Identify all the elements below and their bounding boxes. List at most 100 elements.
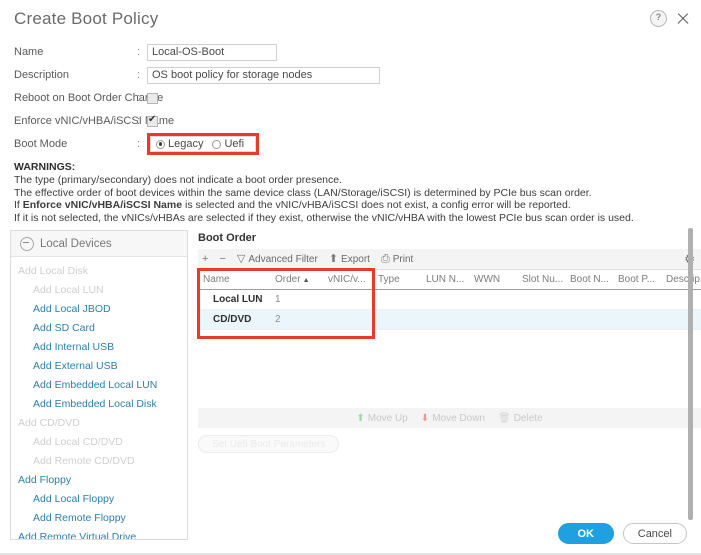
page-title: Create Boot Policy xyxy=(14,8,159,28)
table-row[interactable]: Local LUN 1 xyxy=(198,289,701,311)
radio-legacy-icon xyxy=(156,139,165,149)
reboot-on-boot-order-change-label: Reboot on Boot Order Change xyxy=(14,92,164,104)
cell-boot-path xyxy=(613,289,661,311)
boot-mode-option-uefi[interactable]: Uefi xyxy=(212,138,244,150)
cell-description xyxy=(661,309,701,331)
content-vertical-scrollbar[interactable] xyxy=(688,228,693,521)
delete-label: Delete xyxy=(513,412,543,424)
device-item-add-local-lun: Add Local LUN xyxy=(33,284,104,297)
cell-type xyxy=(373,309,421,331)
set-uefi-boot-parameters-button[interactable]: Set Uefi Boot Parameters xyxy=(198,435,340,454)
plus-icon: + xyxy=(202,252,209,265)
boot-order-row-actions: ⬆ Move Up ⬇ Move Down 🗑 Delete xyxy=(198,408,701,429)
description-label: Description xyxy=(14,69,70,81)
boot-mode-label: Boot Mode xyxy=(14,138,68,150)
export-label: Export xyxy=(341,253,370,265)
device-item-add-floppy[interactable]: Add Floppy xyxy=(11,471,187,490)
device-item-add-remote-cd-dvd: Add Remote CD/DVD xyxy=(33,455,135,468)
column-header-type[interactable]: Type xyxy=(373,270,421,291)
cell-vnic xyxy=(323,289,373,311)
dialog-titlebar: Create Boot Policy ? xyxy=(0,0,701,37)
title-actions: ? xyxy=(650,10,691,27)
ok-button[interactable]: OK xyxy=(557,523,614,544)
reboot-colon: : xyxy=(137,92,141,104)
column-header-slot-number[interactable]: Slot Nu... xyxy=(517,270,565,291)
boot-order-table-wrap: Name Order ▲ vNIC/v... Type LUN N... WWN … xyxy=(197,268,701,340)
remove-button[interactable]: − xyxy=(219,253,225,265)
cell-boot-name xyxy=(565,289,613,311)
boot-order-toolbar: + − ▽ Advanced Filter ⬆ Export ⎙ Print xyxy=(198,249,701,271)
column-header-order[interactable]: Order ▲ xyxy=(270,270,323,291)
export-button[interactable]: ⬆ Export xyxy=(328,252,370,265)
column-header-lun-name[interactable]: LUN N... xyxy=(421,270,469,291)
warnings-block: WARNINGS: The type (primary/secondary) d… xyxy=(0,156,701,228)
device-item-add-sd-card[interactable]: Add SD Card xyxy=(11,319,187,338)
table-row[interactable]: CD/DVD 2 xyxy=(198,309,701,331)
radio-uefi-icon xyxy=(212,139,222,149)
name-label: Name xyxy=(14,46,44,58)
local-devices-panel: Local Devices Add Local Disk Add Local L… xyxy=(10,230,188,541)
help-icon[interactable]: ? xyxy=(650,10,667,27)
device-item-add-remote-virtual-drive[interactable]: Add Remote Virtual Drive xyxy=(11,528,187,539)
form-row-description: Description : xyxy=(14,64,701,86)
cell-type xyxy=(373,289,421,311)
warnings-heading: WARNINGS: xyxy=(14,161,76,173)
create-boot-policy-dialog: Create Boot Policy ? Name : Description … xyxy=(0,0,701,555)
move-up-button[interactable]: ⬆ Move Up xyxy=(356,413,407,424)
trash-icon: 🗑 xyxy=(498,412,511,424)
device-item-add-remote-floppy[interactable]: Add Remote Floppy xyxy=(11,509,187,528)
boot-mode-option-legacy[interactable]: Legacy xyxy=(156,138,203,150)
print-label: Print xyxy=(392,253,414,265)
boot-order-title: Boot Order xyxy=(198,232,257,245)
local-devices-header[interactable]: Local Devices xyxy=(11,231,187,258)
export-icon: ⬆ xyxy=(328,252,339,265)
form-row-name: Name : xyxy=(14,41,701,63)
close-icon[interactable] xyxy=(675,11,691,27)
warning-suffix: is selected and the vNIC/vHBA/iSCSI does… xyxy=(182,199,571,212)
name-input[interactable] xyxy=(147,43,277,61)
form-row-reboot-on-boot-order-change: Reboot on Boot Order Change : xyxy=(14,87,701,109)
print-button[interactable]: ⎙ Print xyxy=(381,253,414,265)
enforce-name-checkbox[interactable] xyxy=(147,114,158,127)
description-input[interactable] xyxy=(147,66,380,84)
warning-prefix: If xyxy=(14,199,23,212)
advanced-filter-button[interactable]: ▽ Advanced Filter xyxy=(236,252,318,265)
column-header-vnic[interactable]: vNIC/v... xyxy=(323,270,373,291)
move-down-button[interactable]: ⬇ Move Down xyxy=(421,413,485,424)
cell-lun xyxy=(421,309,469,331)
device-item-add-external-usb[interactable]: Add External USB xyxy=(11,357,187,376)
cancel-button[interactable]: Cancel xyxy=(622,523,687,544)
delete-button[interactable]: 🗑 Delete xyxy=(498,413,543,424)
cell-slot xyxy=(517,289,565,311)
device-item-add-embedded-local-disk[interactable]: Add Embedded Local Disk xyxy=(11,395,187,414)
advanced-filter-label: Advanced Filter xyxy=(248,253,318,265)
column-header-boot-path[interactable]: Boot P... xyxy=(613,270,661,291)
device-item-add-embedded-local-lun[interactable]: Add Embedded Local LUN xyxy=(11,376,187,395)
arrow-down-icon: ⬇ xyxy=(420,412,430,424)
column-header-boot-name[interactable]: Boot N... xyxy=(565,270,613,291)
add-button[interactable]: + xyxy=(202,252,209,265)
arrow-up-icon: ⬆ xyxy=(356,412,365,424)
boot-mode-colon: : xyxy=(137,138,141,150)
move-down-label: Move Down xyxy=(432,412,485,424)
minus-circle-icon[interactable] xyxy=(20,236,34,251)
device-item-add-local-floppy[interactable]: Add Local Floppy xyxy=(11,490,187,509)
cell-description xyxy=(661,289,701,311)
enforce-name-label: Enforce vNIC/vHBA/iSCSI Name xyxy=(14,115,175,127)
dialog-body: Local Devices Add Local Disk Add Local L… xyxy=(0,228,701,541)
cell-vnic xyxy=(323,309,373,331)
boot-order-panel: Boot Order + − ▽ Advanced Filter ⬆ Expor… xyxy=(188,230,701,512)
warning-line-1: The type (primary/secondary) does not in… xyxy=(14,174,343,186)
move-up-label: Move Up xyxy=(367,412,408,424)
device-item-add-local-cd-dvd: Add Local CD/DVD xyxy=(33,436,123,449)
device-item-add-cd-dvd: Add CD/DVD xyxy=(18,417,80,430)
reboot-on-boot-order-change-checkbox[interactable] xyxy=(147,92,158,104)
column-header-name[interactable]: Name xyxy=(198,270,270,291)
column-header-description[interactable]: Descrip... xyxy=(661,270,701,291)
device-item-add-internal-usb[interactable]: Add Internal USB xyxy=(11,338,187,357)
local-devices-list: Add Local Disk Add Local LUN Add Local J… xyxy=(11,257,187,539)
column-header-wwn[interactable]: WWN xyxy=(469,270,517,291)
filter-icon: ▽ xyxy=(236,252,246,265)
device-item-add-local-jbod[interactable]: Add Local JBOD xyxy=(11,300,187,319)
cell-lun xyxy=(421,289,469,311)
